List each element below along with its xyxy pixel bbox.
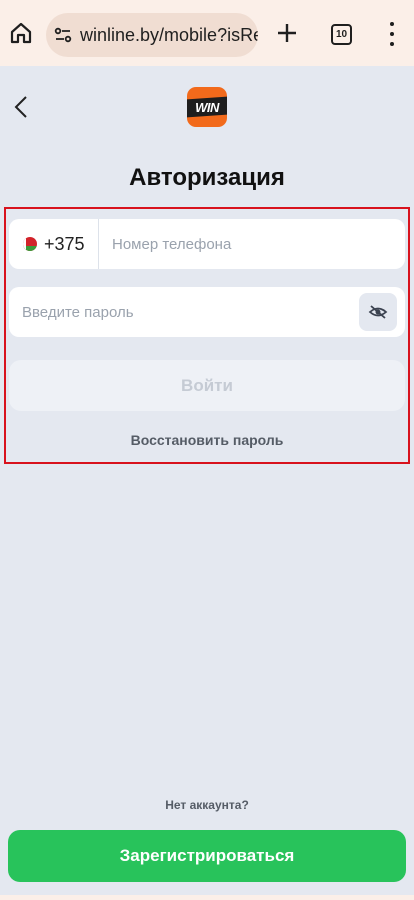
home-icon[interactable] [8,20,34,46]
browser-toolbar: winline.by/mobile?isRe 10 [0,0,414,66]
plus-icon[interactable] [276,22,298,44]
password-field[interactable] [9,287,405,337]
tabs-icon[interactable]: 10 [331,24,352,45]
no-account-text: Нет аккаунта? [165,798,249,812]
phone-input[interactable] [112,219,392,269]
url-text[interactable]: winline.by/mobile?isRe [80,25,258,46]
login-button[interactable]: Войти [9,360,405,411]
page-title: Авторизация [129,164,285,191]
bottom-bar [0,895,414,900]
chevron-left-icon[interactable] [10,94,32,120]
belarus-flag-icon[interactable] [23,237,37,251]
register-button[interactable]: Зарегистрироваться [8,830,406,882]
eye-off-icon[interactable] [359,293,397,331]
country-code[interactable]: +375 [44,234,85,255]
restore-password-link[interactable]: Восстановить пароль [0,432,414,448]
tune-icon[interactable] [54,26,72,44]
tab-count: 10 [335,29,348,40]
more-vert-icon[interactable] [384,22,400,46]
phone-field[interactable]: +375 [9,219,405,269]
field-divider [98,219,99,269]
address-bar[interactable]: winline.by/mobile?isRe [46,13,258,57]
logo-text: WIN [195,99,219,115]
password-input[interactable] [22,287,352,337]
winline-logo: WIN [187,87,227,127]
